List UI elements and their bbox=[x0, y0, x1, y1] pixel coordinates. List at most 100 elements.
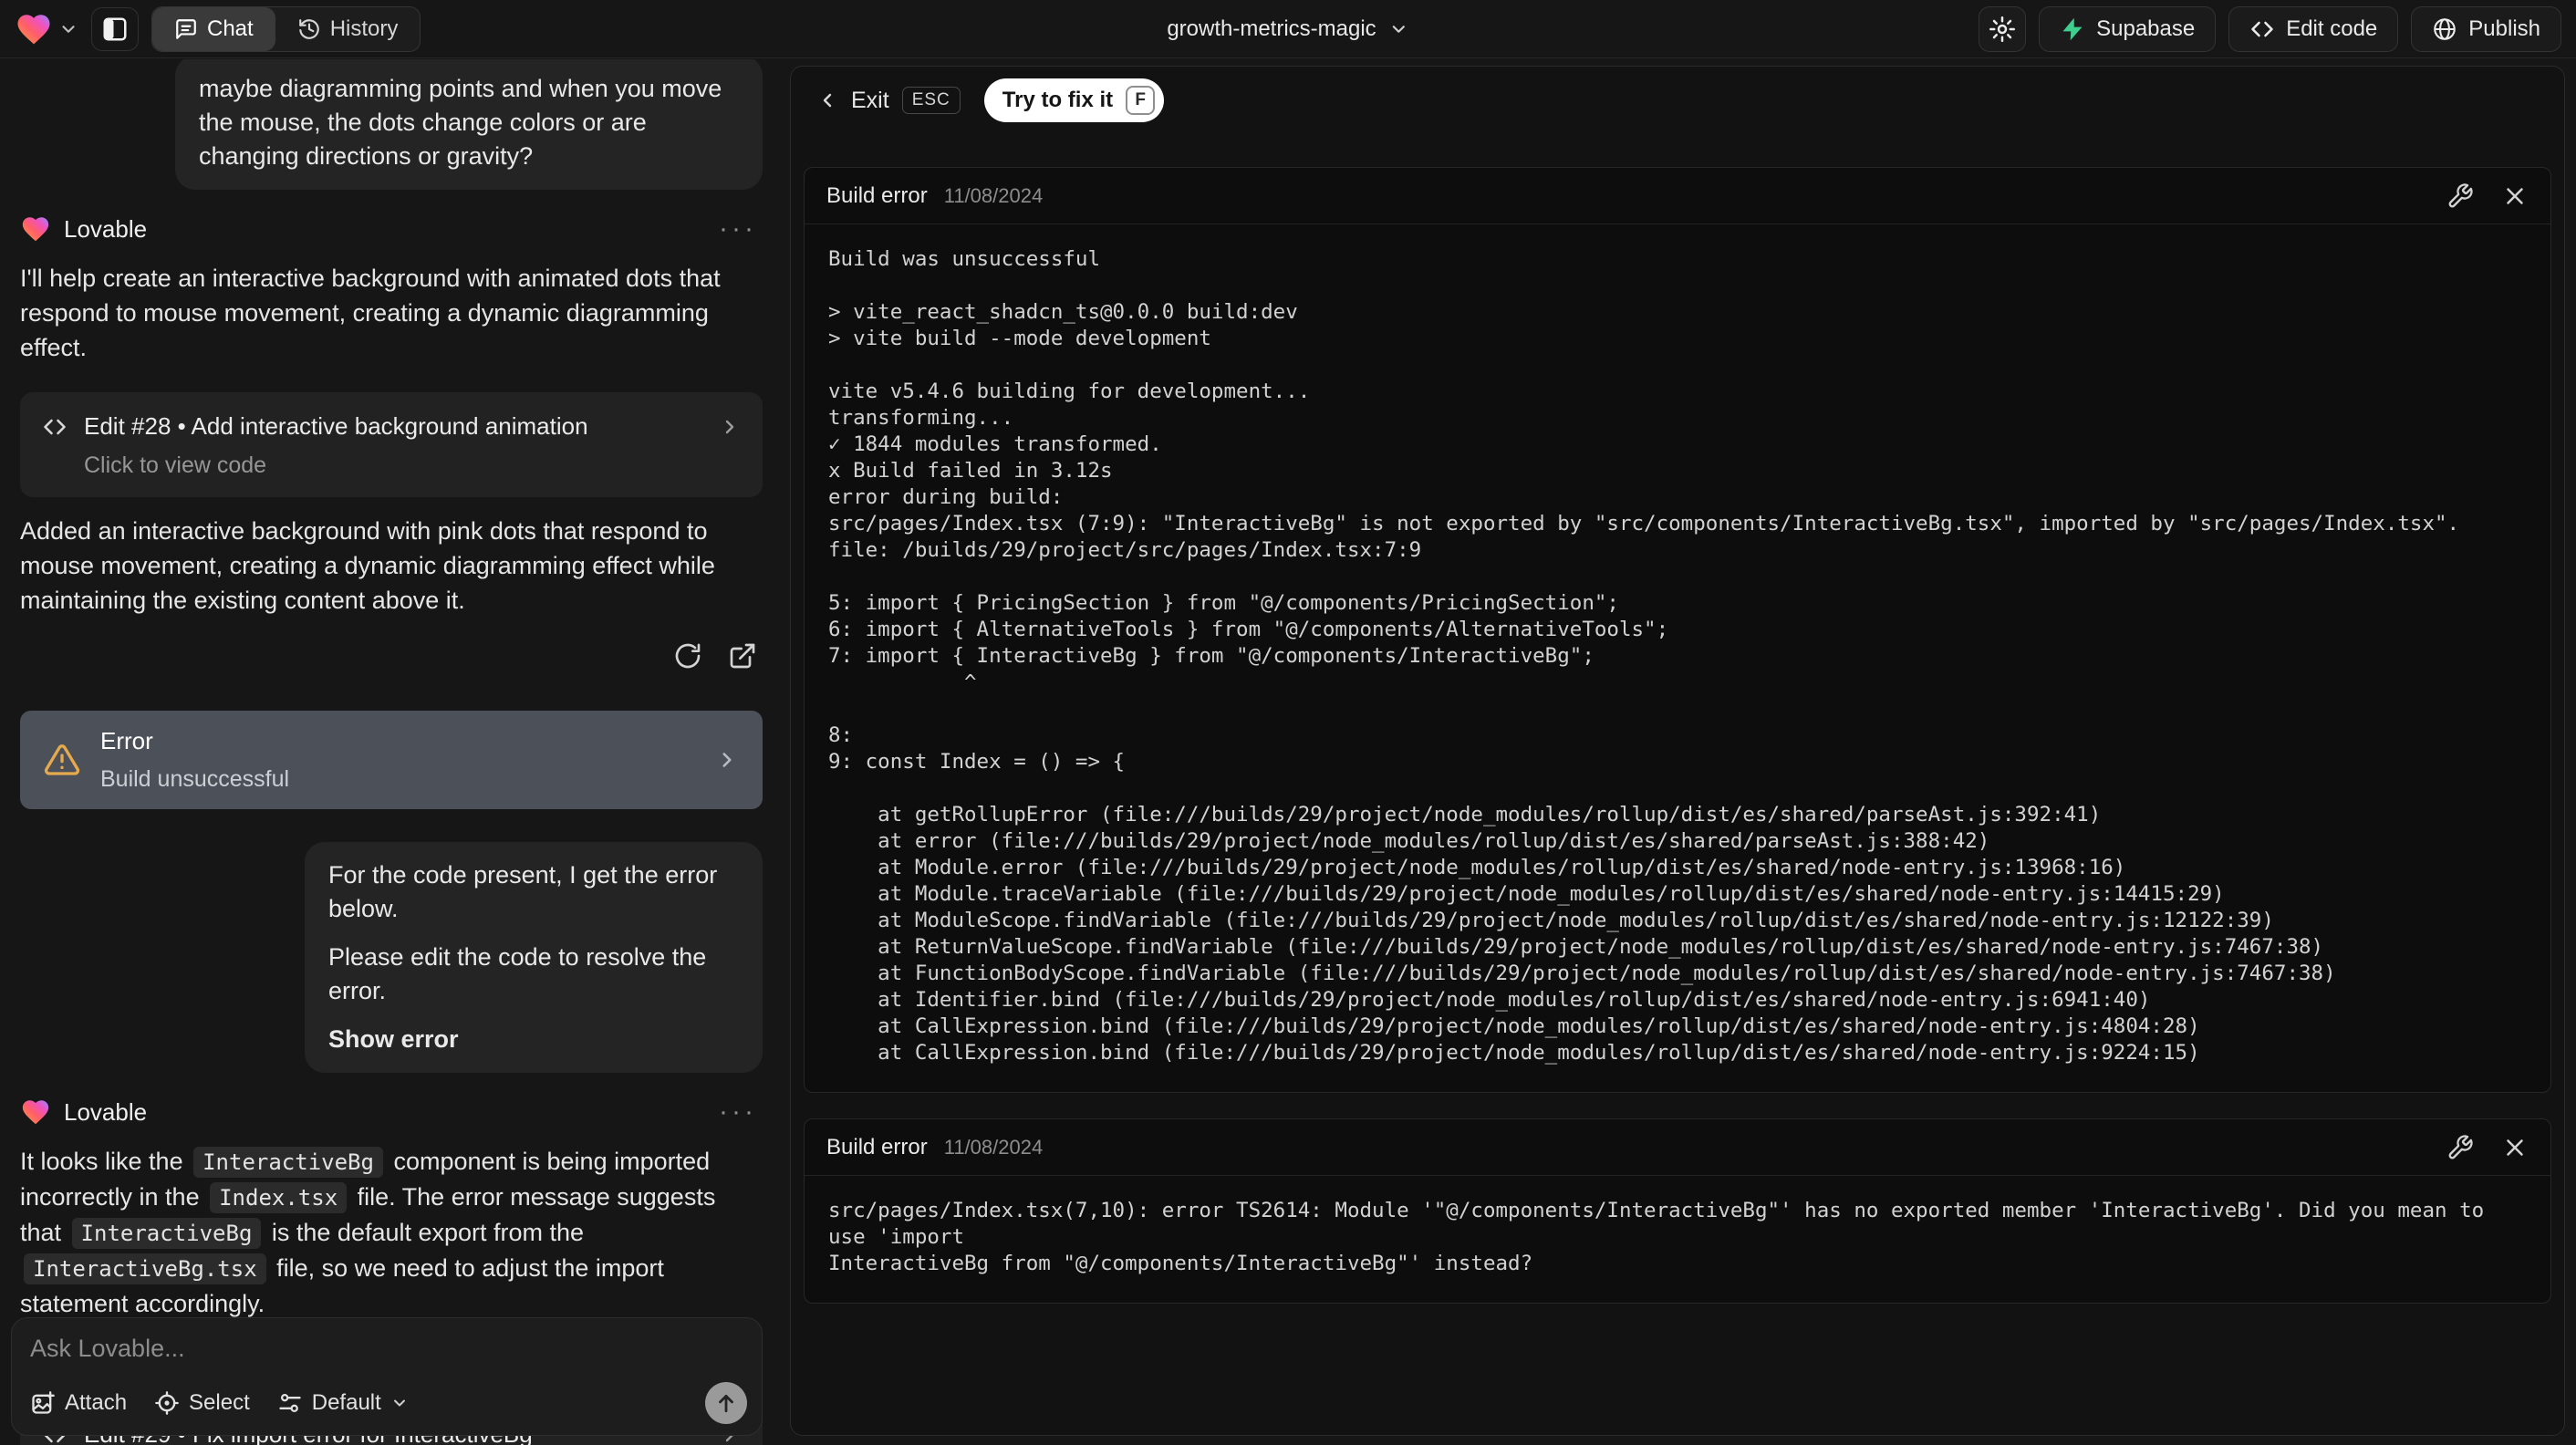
project-switcher[interactable]: growth-metrics-magic bbox=[1167, 0, 1408, 58]
tab-chat[interactable]: Chat bbox=[152, 6, 275, 51]
sidebar-toggle-button[interactable] bbox=[91, 6, 139, 51]
log-line: 5: import { PricingSection } from "@/com… bbox=[828, 591, 1619, 615]
inline-code: InteractiveBg bbox=[193, 1147, 383, 1178]
lovable-logo-menu[interactable] bbox=[15, 10, 78, 48]
external-link-icon bbox=[730, 643, 755, 669]
text-segment: It looks like the bbox=[20, 1148, 191, 1175]
build-error-log: Build was unsuccessful > vite_react_shad… bbox=[805, 224, 2550, 1092]
composer: Attach Select Default bbox=[11, 1317, 763, 1436]
assistant-intro-text: I'll help create an interactive backgrou… bbox=[20, 265, 721, 361]
exit-button[interactable]: Exit ESC bbox=[809, 81, 968, 120]
user-message-line: For the code present, I get the error be… bbox=[328, 861, 718, 922]
build-error-title: Build error bbox=[826, 182, 928, 208]
assistant-message-header: Lovable ··· bbox=[20, 213, 763, 244]
log-line: at getRollupError (file:///builds/29/pro… bbox=[828, 803, 2102, 826]
settings-button[interactable] bbox=[1979, 5, 2027, 52]
chat-scroll-area[interactable]: maybe diagramming points and when you mo… bbox=[0, 59, 774, 1445]
close-icon[interactable] bbox=[2501, 1134, 2529, 1161]
try-to-fix-label: Try to fix it bbox=[1002, 88, 1114, 112]
lovable-heart-icon bbox=[22, 1100, 49, 1125]
publish-button[interactable]: Publish bbox=[2411, 5, 2561, 52]
log-line: Build was unsuccessful bbox=[828, 247, 1101, 271]
message-options-button[interactable]: ··· bbox=[713, 215, 763, 243]
chevron-down-icon bbox=[1393, 26, 1406, 33]
message-options-button[interactable]: ··· bbox=[713, 1098, 763, 1126]
topbar-actions: Supabase Edit code Publish bbox=[1979, 5, 2561, 52]
attach-button[interactable]: Attach bbox=[30, 1390, 127, 1416]
log-line: at Identifier.bind (file:///builds/29/pr… bbox=[828, 988, 2151, 1012]
edit-code-label: Edit code bbox=[2286, 16, 2378, 41]
retry-button[interactable] bbox=[668, 636, 708, 676]
open-preview-button[interactable] bbox=[722, 636, 763, 676]
log-line: vite v5.4.6 building for development... bbox=[828, 379, 1311, 403]
select-label: Select bbox=[189, 1390, 250, 1415]
project-name: growth-metrics-magic bbox=[1167, 16, 1376, 41]
warning-triangle-icon bbox=[44, 744, 80, 775]
wrench-icon[interactable] bbox=[2446, 182, 2474, 210]
user-message: maybe diagramming points and when you mo… bbox=[175, 59, 763, 190]
try-to-fix-button[interactable]: Try to fix it F bbox=[983, 78, 1165, 122]
log-line: at CallExpression.bind (file:///builds/2… bbox=[828, 1041, 2200, 1065]
chevron-right-icon bbox=[722, 753, 732, 767]
inline-code: InteractiveBg bbox=[71, 1218, 262, 1249]
send-button[interactable] bbox=[705, 1382, 747, 1424]
close-icon[interactable] bbox=[2501, 182, 2529, 210]
mode-dropdown[interactable]: Default bbox=[277, 1390, 409, 1416]
build-error-title: Build error bbox=[826, 1134, 928, 1159]
tab-history[interactable]: History bbox=[275, 7, 421, 51]
chevron-down-icon bbox=[393, 1399, 405, 1407]
panel-left-icon bbox=[103, 17, 127, 40]
chat-input[interactable] bbox=[30, 1335, 745, 1363]
build-error-card[interactable]: Error Build unsuccessful bbox=[20, 711, 763, 809]
log-line: at FunctionBodyScope.findVariable (file:… bbox=[828, 962, 2336, 985]
show-error-link[interactable]: Show error bbox=[328, 1023, 739, 1056]
log-line: > vite build --mode development bbox=[828, 327, 1211, 350]
composer-toolbar: Attach Select Default bbox=[30, 1382, 747, 1424]
error-card-texts: Error Build unsuccessful bbox=[100, 727, 695, 793]
log-line: 9: const Index = () => { bbox=[828, 750, 1126, 774]
mode-label: Default bbox=[311, 1390, 381, 1415]
wrench-icon[interactable] bbox=[2446, 1134, 2474, 1161]
f-kbd-badge: F bbox=[1126, 86, 1156, 115]
assistant-analysis-text: It looks like the InteractiveBg componen… bbox=[20, 1144, 763, 1321]
top-bar: Chat History growth-metrics-magic Supaba… bbox=[0, 0, 2576, 58]
chevron-right-icon bbox=[725, 420, 734, 434]
text-segment: is the default export from the bbox=[265, 1219, 585, 1246]
log-line: file: /builds/29/project/src/pages/Index… bbox=[828, 538, 1422, 562]
supabase-button[interactable]: Supabase bbox=[2039, 5, 2217, 52]
log-line: 8: bbox=[828, 723, 854, 747]
history-clock-icon bbox=[298, 18, 319, 39]
image-plus-icon bbox=[32, 1391, 55, 1414]
edit-card-28[interactable]: Edit #28 • Add interactive background an… bbox=[20, 392, 763, 497]
tab-history-label: History bbox=[329, 16, 399, 41]
user-message-line: Please edit the code to resolve the erro… bbox=[328, 943, 707, 1004]
build-error-card-header: Build error 11/08/2024 bbox=[805, 168, 2550, 224]
chevron-left-icon bbox=[823, 93, 832, 108]
build-error-card-header: Build error 11/08/2024 bbox=[805, 1119, 2550, 1176]
log-line: > vite_react_shadcn_ts@0.0.0 build:dev bbox=[828, 300, 1298, 324]
lovable-heart-icon bbox=[17, 14, 50, 44]
build-error-log-card: Build error 11/08/2024 Build was unsucce… bbox=[804, 167, 2551, 1093]
error-overlay-header: Exit ESC Try to fix it F bbox=[791, 67, 2564, 134]
log-line: src/pages/Index.tsx (7:9): "InteractiveB… bbox=[828, 512, 2460, 535]
globe-icon bbox=[2434, 17, 2457, 40]
log-line: at ModuleScope.findVariable (file:///bui… bbox=[828, 909, 2274, 932]
code-icon bbox=[44, 419, 66, 435]
user-message: For the code present, I get the error be… bbox=[305, 842, 763, 1073]
card-header-actions bbox=[2446, 182, 2529, 210]
user-message-text: maybe diagramming points and when you mo… bbox=[199, 75, 722, 170]
edit-card-texts: Edit #28 • Add interactive background an… bbox=[84, 411, 702, 479]
select-element-button[interactable]: Select bbox=[154, 1390, 250, 1416]
card-header-actions bbox=[2446, 1134, 2529, 1161]
log-line: ^ bbox=[828, 671, 977, 694]
log-line: at ReturnValueScope.findVariable (file:/… bbox=[828, 935, 2324, 959]
log-line: InteractiveBg from "@/components/Interac… bbox=[828, 1252, 1533, 1275]
gear-icon bbox=[1989, 16, 2016, 42]
edit-code-button[interactable]: Edit code bbox=[2228, 5, 2399, 52]
inline-code: Index.tsx bbox=[210, 1182, 348, 1213]
build-error-date: 11/08/2024 bbox=[943, 1135, 1044, 1159]
error-card-subtitle: Build unsuccessful bbox=[100, 766, 290, 792]
